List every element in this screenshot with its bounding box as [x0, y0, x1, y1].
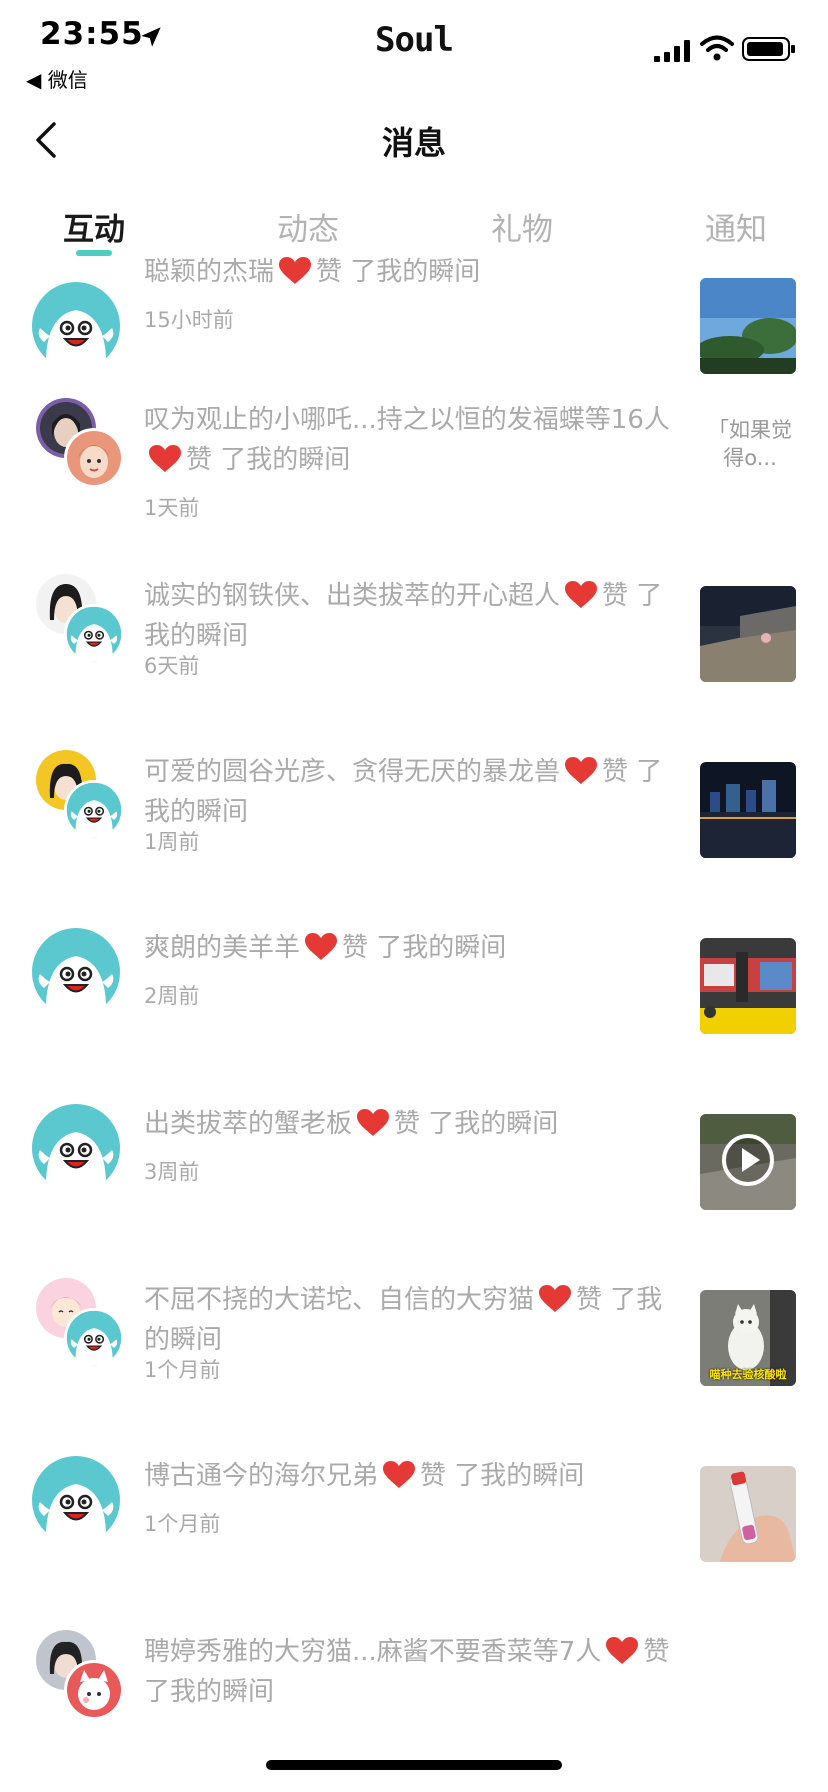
- heart-icon: [605, 1636, 639, 1666]
- avatar[interactable]: [32, 282, 120, 370]
- action-label: 赞: [643, 1637, 670, 1667]
- avatar[interactable]: [64, 1660, 124, 1720]
- liker-names[interactable]: 爽朗的美羊羊: [144, 933, 300, 963]
- action-suffix: 了我的瞬间: [428, 1109, 559, 1139]
- liker-names[interactable]: 可爱的圆谷光彦、贪得无厌的暴龙兽: [144, 757, 560, 787]
- liker-names[interactable]: 聘婷秀雅的大穷猫...麻酱不要香菜等7人: [144, 1637, 601, 1667]
- avatar[interactable]: [32, 928, 120, 1016]
- nav-bar: 消息: [0, 100, 828, 184]
- thumbnail-caption: 喵种去验核酸啦: [709, 1368, 787, 1381]
- liker-names[interactable]: 叹为观止的小哪吒...持之以恒的发福蝶等16人: [144, 405, 670, 435]
- time-ago: 1个月前: [144, 1512, 221, 1536]
- list-item-text: 可爱的圆谷光彦、贪得无厌的暴龙兽赞 了我的瞬间: [144, 752, 682, 832]
- time-ago: 3周前: [144, 1160, 200, 1184]
- wifi-icon: [700, 35, 734, 61]
- active-tab-indicator: [76, 250, 112, 256]
- liker-names[interactable]: 诚实的钢铁侠、出类拔萃的开心超人: [144, 581, 560, 611]
- action-label: 赞: [576, 1285, 603, 1315]
- tab-notifications[interactable]: 通知: [666, 204, 806, 249]
- time-ago: 1天前: [144, 496, 200, 520]
- liker-names[interactable]: 博古通今的海尔兄弟: [144, 1461, 378, 1491]
- heart-icon: [356, 1108, 390, 1138]
- cellular-signal-icon: [654, 40, 690, 62]
- liker-names[interactable]: 不屈不挠的大诺坨、自信的大穷猫: [144, 1285, 534, 1315]
- page-title: 消息: [381, 124, 446, 162]
- time-ago: 15小时前: [144, 308, 234, 332]
- battery-icon: [742, 37, 795, 61]
- action-label: 赞: [342, 933, 369, 963]
- list-item-text: 出类拔萃的蟹老板 赞 了我的瞬间: [144, 1104, 682, 1144]
- moment-thumbnail[interactable]: [700, 762, 796, 858]
- heart-icon: [564, 580, 598, 610]
- heart-icon: [382, 1460, 416, 1490]
- list-item-text: 不屈不挠的大诺坨、自信的大穷猫赞 了我的瞬间: [144, 1280, 682, 1360]
- action-suffix: 了我的瞬间: [376, 933, 507, 963]
- moment-thumbnail[interactable]: [700, 278, 796, 374]
- avatar[interactable]: [64, 604, 124, 664]
- heart-icon: [148, 444, 182, 474]
- action-suffix: 了我的瞬间: [144, 1677, 275, 1707]
- status-bar: 23:55 ◀ 微信 Soul: [0, 0, 828, 100]
- list-item-text: 聪颖的杰瑞 赞 了我的瞬间: [144, 252, 682, 292]
- avatar[interactable]: [64, 1308, 124, 1368]
- heart-icon: [278, 256, 312, 286]
- time-ago: 6天前: [144, 654, 200, 678]
- video-thumbnail[interactable]: [700, 1114, 796, 1210]
- action-label: 赞: [186, 445, 213, 475]
- time-ago: 2周前: [144, 984, 200, 1008]
- moment-thumbnail[interactable]: [700, 938, 796, 1034]
- list-item-text: 博古通今的海尔兄弟 赞 了我的瞬间: [144, 1456, 682, 1496]
- time-ago: 1周前: [144, 830, 200, 854]
- action-label: 赞: [316, 257, 343, 287]
- time-ago: 1个月前: [144, 1358, 221, 1382]
- action-label: 赞: [420, 1461, 447, 1491]
- tab-moments[interactable]: 动态: [238, 204, 378, 249]
- moment-thumbnail[interactable]: 喵种去验核酸啦: [700, 1290, 796, 1386]
- liker-names[interactable]: 出类拔萃的蟹老板: [144, 1109, 352, 1139]
- liker-names[interactable]: 聪颖的杰瑞: [144, 257, 274, 287]
- list-item-text: 爽朗的美羊羊 赞 了我的瞬间: [144, 928, 682, 968]
- action-suffix: 了我的瞬间: [454, 1461, 585, 1491]
- moment-text-thumbnail[interactable]: 「如果觉得o...: [700, 416, 800, 472]
- action-label: 赞: [602, 581, 629, 611]
- moment-thumbnail[interactable]: [700, 1466, 796, 1562]
- avatar[interactable]: [32, 1456, 120, 1544]
- action-suffix: 了我的瞬间: [350, 257, 481, 287]
- action-suffix: 了我的瞬间: [220, 445, 351, 475]
- moment-thumbnail[interactable]: [700, 586, 796, 682]
- heart-icon: [538, 1284, 572, 1314]
- list-item-text: 诚实的钢铁侠、出类拔萃的开心超人赞 了我的瞬间: [144, 576, 682, 656]
- heart-icon: [564, 756, 598, 786]
- home-indicator[interactable]: [266, 1760, 562, 1770]
- avatar[interactable]: [64, 428, 124, 488]
- heart-icon: [304, 932, 338, 962]
- action-label: 赞: [602, 757, 629, 787]
- list-item-text: 聘婷秀雅的大穷猫...麻酱不要香菜等7人 赞 了我的瞬间: [144, 1632, 682, 1712]
- avatar[interactable]: [64, 780, 124, 840]
- back-to-wechat-link[interactable]: ◀ 微信: [26, 64, 88, 93]
- tab-interaction[interactable]: 互动: [24, 204, 164, 249]
- avatar[interactable]: [32, 1104, 120, 1192]
- action-label: 赞: [394, 1109, 421, 1139]
- list-item-text: 叹为观止的小哪吒...持之以恒的发福蝶等16人赞 了我的瞬间: [144, 400, 682, 480]
- tab-gifts[interactable]: 礼物: [452, 204, 592, 249]
